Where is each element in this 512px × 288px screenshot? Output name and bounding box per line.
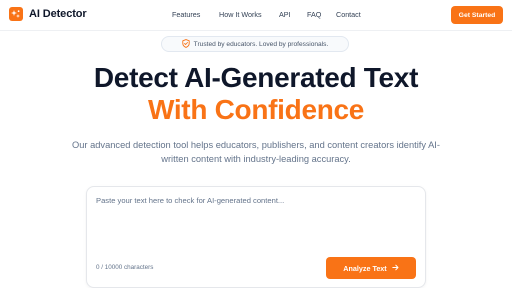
get-started-button[interactable]: Get Started (451, 6, 503, 24)
landing-page: AI Detector Features How It Works API FA… (0, 0, 512, 288)
nav-link-features[interactable]: Features (172, 10, 200, 19)
nav-link-faq[interactable]: FAQ (307, 10, 321, 19)
nav-link-api[interactable]: API (279, 10, 291, 19)
hero-title: Detect AI-Generated Text (93, 62, 419, 93)
arrow-right-icon (392, 264, 399, 273)
text-input[interactable] (96, 196, 416, 248)
analyze-text-button[interactable]: Analyze Text (326, 257, 416, 279)
nav-link-how-it-works[interactable]: How It Works (219, 10, 262, 19)
brand-name: AI Detector (29, 8, 87, 20)
nav-link-contact[interactable]: Contact (336, 10, 361, 19)
text-analyzer-card: 0 / 10000 characters Analyze Text (86, 186, 426, 288)
header-divider (0, 30, 512, 31)
analyze-button-label: Analyze Text (343, 263, 387, 273)
character-counter: 0 / 10000 characters (96, 264, 154, 271)
trust-badge: Trusted by educators. Loved by professio… (161, 36, 349, 52)
sparkle-icon (9, 7, 23, 21)
hero-subtitle: Our advanced detection tool helps educat… (72, 140, 440, 164)
shield-check-icon (182, 35, 190, 53)
hero-accent-title: With Confidence (147, 94, 365, 125)
badge-text: Trusted by educators. Loved by professio… (193, 40, 329, 48)
brand-logo[interactable]: AI Detector (9, 7, 87, 21)
